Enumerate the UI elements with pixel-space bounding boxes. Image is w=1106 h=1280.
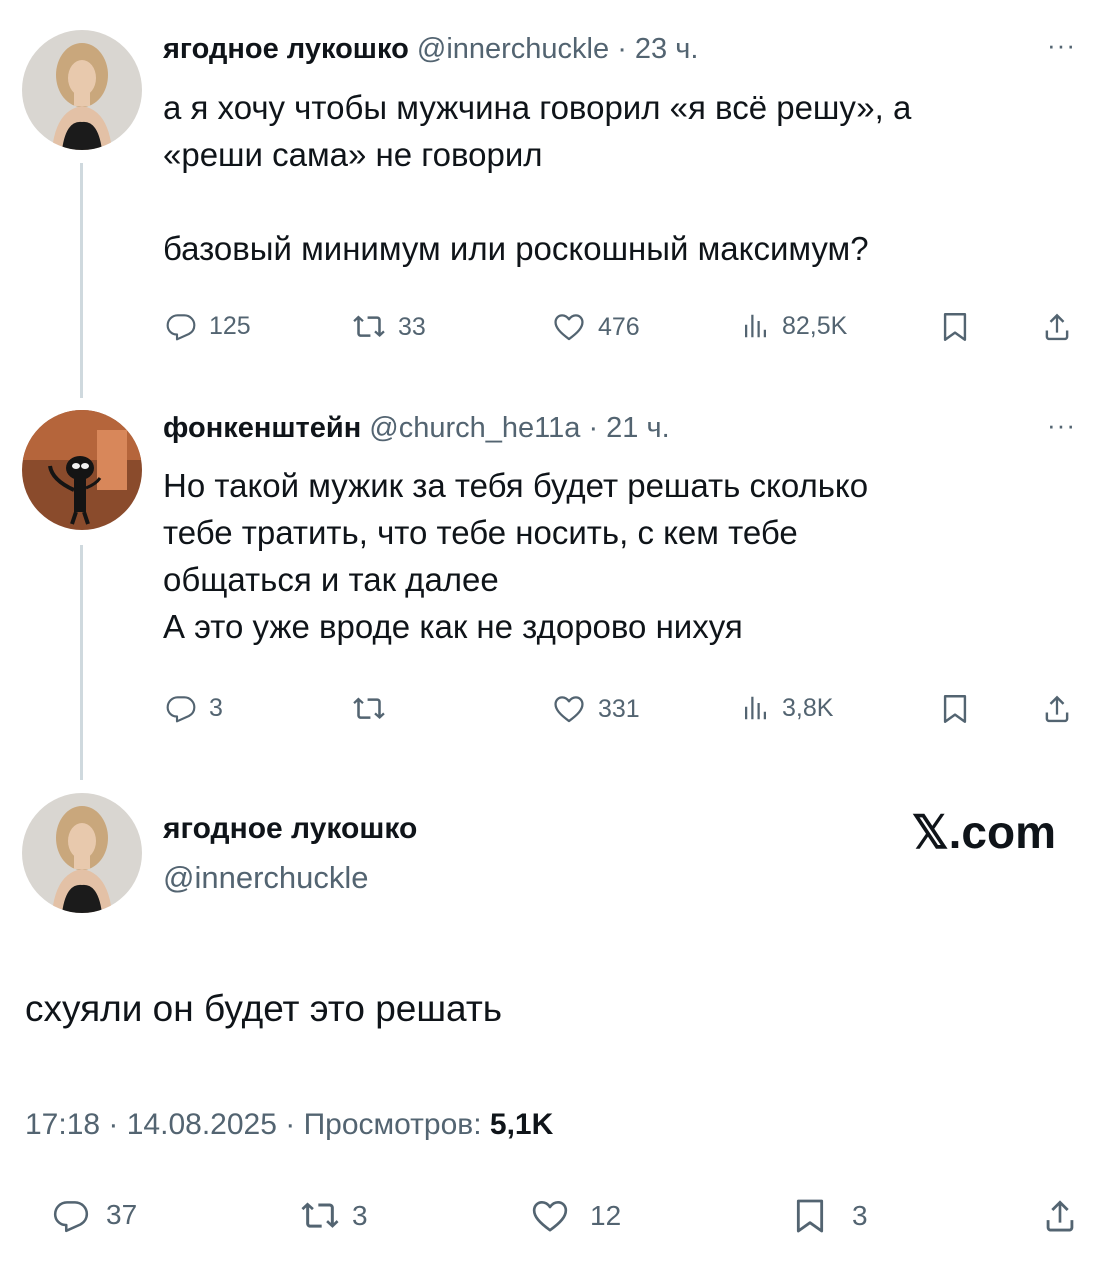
x-logo: 𝕏.com	[911, 806, 1056, 858]
author-name[interactable]: ягодное лукошко	[163, 33, 409, 65]
tweet-time[interactable]: · 23 ч.	[617, 33, 698, 65]
share-button[interactable]	[1040, 692, 1074, 726]
reply-button[interactable]: 3	[165, 692, 223, 724]
tweet-time[interactable]: 17:18	[25, 1108, 100, 1141]
like-button[interactable]: 331	[552, 692, 640, 726]
view-count: 5,1K	[489, 1108, 554, 1141]
reply-button[interactable]: 125	[165, 310, 251, 342]
tweet-date[interactable]: 14.08.2025	[127, 1108, 277, 1141]
reply-icon	[52, 1196, 90, 1234]
bookmark-button[interactable]: 3	[790, 1196, 868, 1236]
tweet-meta: 17:18 · 14.08.2025 · Просмотров: 5,1K	[25, 1108, 554, 1141]
thread-line	[80, 163, 83, 398]
like-icon	[530, 1196, 570, 1236]
author-name[interactable]: фонкенштейн	[163, 412, 361, 444]
reply-count: 125	[209, 311, 251, 340]
views-icon	[740, 692, 770, 724]
retweet-button[interactable]	[352, 692, 398, 726]
tweet-header: ягодное лукошко @innerchuckle · 23 ч.	[163, 33, 698, 66]
avatar[interactable]	[22, 793, 142, 913]
retweet-count: 3	[352, 1200, 368, 1231]
like-count: 12	[590, 1200, 622, 1231]
thread-line	[80, 545, 83, 780]
author-name[interactable]: ягодное лукошко	[163, 812, 417, 846]
retweet-count: 33	[398, 312, 426, 341]
share-button[interactable]	[1040, 1196, 1080, 1236]
retweet-button[interactable]: 33	[352, 310, 426, 344]
bookmark-icon	[938, 692, 972, 726]
tweet-time[interactable]: · 21 ч.	[588, 412, 669, 444]
like-button[interactable]: 476	[552, 310, 640, 344]
bookmark-button[interactable]	[938, 692, 972, 726]
retweet-icon	[300, 1196, 340, 1236]
view-count: 82,5K	[782, 311, 848, 340]
reply-button[interactable]: 37	[52, 1196, 137, 1234]
like-count: 476	[598, 312, 640, 341]
bookmark-icon	[938, 310, 972, 344]
bookmark-icon	[790, 1196, 830, 1236]
reply-count: 3	[209, 693, 223, 722]
retweet-button[interactable]: 3	[300, 1196, 368, 1236]
view-count: 3,8K	[782, 693, 834, 722]
views-button[interactable]: 3,8K	[740, 692, 833, 724]
author-handle[interactable]: @church_he11a	[369, 412, 580, 444]
views-label: Просмотров:	[303, 1108, 482, 1141]
share-icon	[1040, 692, 1074, 726]
share-button[interactable]	[1040, 310, 1074, 344]
more-icon[interactable]: ···	[1047, 30, 1076, 61]
avatar[interactable]	[22, 410, 142, 530]
reply-icon	[165, 310, 197, 342]
views-icon	[740, 310, 770, 342]
tweet-header: фонкенштейн @church_he11a · 21 ч.	[163, 412, 670, 445]
author-handle[interactable]: @innerchuckle	[417, 33, 609, 65]
reply-icon	[165, 692, 197, 724]
like-count: 331	[598, 694, 640, 723]
bookmark-count: 3	[852, 1200, 868, 1231]
tweet-text: схуяли он будет это решать	[25, 988, 503, 1029]
avatar[interactable]	[22, 30, 142, 150]
share-icon	[1040, 310, 1074, 344]
reply-count: 37	[106, 1199, 138, 1230]
like-icon	[552, 310, 586, 344]
bookmark-button[interactable]	[938, 310, 972, 344]
author-handle[interactable]: @innerchuckle	[163, 860, 369, 896]
tweet-text: Но такой мужик за тебя будет решать скол…	[163, 467, 869, 645]
more-icon[interactable]: ···	[1047, 410, 1076, 441]
share-icon	[1040, 1196, 1080, 1236]
retweet-icon	[352, 310, 386, 344]
tweet-text: а я хочу чтобы мужчина говорил «я всё ре…	[163, 89, 912, 267]
views-button[interactable]: 82,5K	[740, 310, 847, 342]
like-button[interactable]: 12	[530, 1196, 621, 1236]
like-icon	[552, 692, 586, 726]
retweet-icon	[352, 692, 386, 726]
